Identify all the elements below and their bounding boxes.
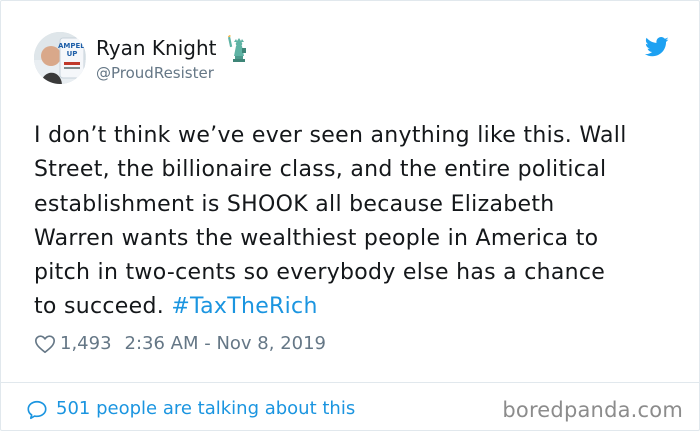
like-count[interactable]: 1,493 (60, 333, 112, 354)
tweet-text-line: pitch in two-cents so everybody else has… (34, 260, 606, 286)
talking-about-text[interactable]: 501 people are talking about this (56, 398, 355, 419)
tweet-text-line: Warren wants the wealthiest people in Am… (34, 225, 599, 251)
watermark: boredpanda.com (502, 398, 683, 422)
svg-text:UP: UP (67, 50, 78, 58)
avatar[interactable]: AMPED UP (34, 32, 86, 84)
svg-text:AMPED: AMPED (58, 42, 86, 50)
tweet-timestamp[interactable]: 2:36 AM - Nov 8, 2019 (125, 333, 326, 354)
tweet-text-last-line: to succeed. #TaxTheRich (34, 290, 674, 324)
heart-icon[interactable] (34, 333, 56, 355)
tweet-text-line: Street, the billionaire class, and the e… (34, 157, 607, 183)
statue-of-liberty-icon (224, 34, 252, 62)
talking-about-link[interactable]: 501 people are talking about this (26, 394, 355, 422)
tweet-header: AMPED UP Ryan Knight @ProudResister (34, 32, 252, 84)
display-name-row: Ryan Knight (96, 34, 252, 62)
tweet-text-line: I don’t think we’ve ever seen anything l… (34, 123, 627, 148)
tweet-card: AMPED UP Ryan Knight @ProudResister I do… (0, 0, 700, 431)
avatar-image: AMPED UP (34, 32, 86, 84)
tweet-text: I don’t think we’ve ever seen anything l… (34, 119, 674, 325)
hashtag-link[interactable]: #TaxTheRich (171, 294, 317, 319)
tweet-text-line: establishment is SHOOK all because Eliza… (34, 191, 555, 217)
footer-divider (1, 382, 699, 383)
display-name[interactable]: Ryan Knight (96, 35, 217, 61)
tweet-meta: 1,493 2:36 AM - Nov 8, 2019 (34, 330, 326, 356)
speech-bubble-icon (26, 399, 48, 421)
user-names: Ryan Knight @ProudResister (96, 35, 252, 83)
user-handle[interactable]: @ProudResister (96, 63, 252, 83)
twitter-bird-icon[interactable] (644, 37, 669, 57)
tweet-text-line: to succeed. (34, 294, 172, 320)
